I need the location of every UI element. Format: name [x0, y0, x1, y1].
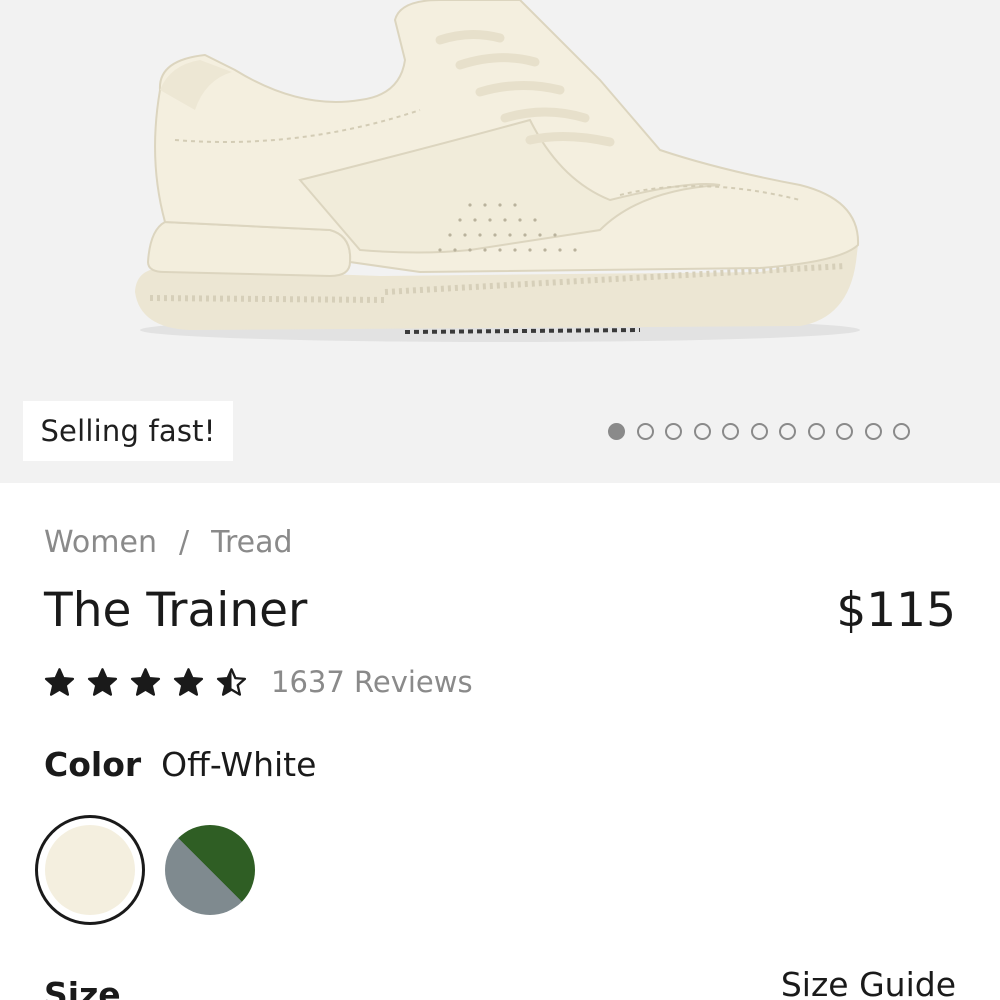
star-full-icon [44, 667, 75, 696]
carousel-dot[interactable] [893, 423, 910, 440]
breadcrumb: Women / Tread [44, 525, 293, 560]
rating-stars [44, 667, 247, 698]
product-image-carousel[interactable]: Selling fast! [0, 0, 1000, 483]
carousel-dot[interactable] [750, 423, 768, 440]
breadcrumb-separator: / [178, 525, 190, 560]
color-label: Color [44, 745, 142, 784]
carousel-dot[interactable] [636, 423, 654, 440]
color-swatch-green-grey[interactable] [155, 815, 265, 925]
carousel-dot[interactable] [665, 423, 682, 440]
star-full-icon [173, 667, 204, 696]
selected-color-name: Off-White [161, 745, 317, 784]
swatch-fill [165, 825, 255, 915]
carousel-pagination [608, 423, 910, 440]
carousel-dot[interactable] [807, 423, 825, 440]
breadcrumb-item-tread[interactable]: Tread [211, 525, 292, 560]
breadcrumb-item-women[interactable]: Women [44, 525, 157, 560]
product-title: The Trainer [44, 583, 308, 638]
reviews-link[interactable]: 1637 Reviews [271, 665, 473, 699]
selling-fast-badge: Selling fast! [23, 401, 233, 461]
carousel-dot[interactable] [864, 423, 882, 440]
star-full-icon [87, 667, 118, 696]
product-price: $115 [836, 583, 956, 638]
carousel-dot[interactable] [779, 423, 796, 440]
product-page: Selling fast! Women / Tread The Trainer … [0, 0, 1000, 1000]
color-selector-header: Color Off-White [44, 745, 316, 784]
swatch-fill [45, 825, 135, 915]
size-label: Size [44, 975, 121, 1000]
carousel-dot[interactable] [722, 423, 739, 440]
color-swatch-off-white[interactable] [35, 815, 145, 925]
product-rating[interactable]: 1637 Reviews [44, 665, 473, 699]
star-half-icon [216, 667, 247, 696]
size-guide-link[interactable]: Size Guide [781, 965, 956, 1000]
carousel-dot[interactable] [693, 423, 711, 440]
carousel-dot[interactable] [608, 423, 625, 440]
star-full-icon [130, 667, 161, 696]
carousel-dot[interactable] [836, 423, 853, 440]
